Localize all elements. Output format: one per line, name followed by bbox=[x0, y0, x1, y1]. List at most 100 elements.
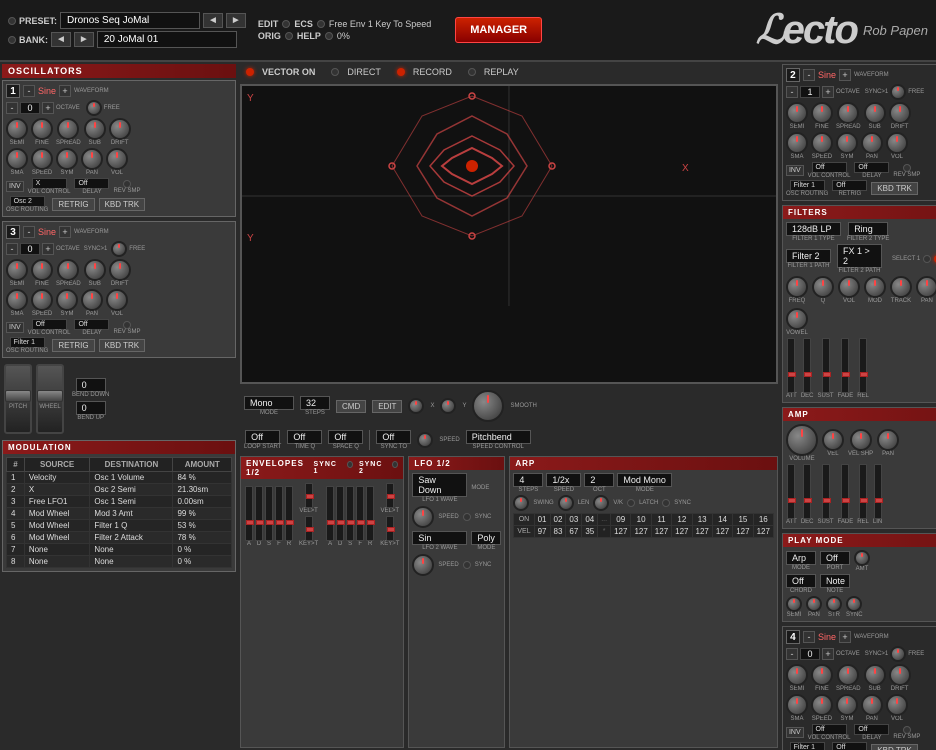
key1-slider[interactable] bbox=[305, 516, 313, 541]
osc4-octave[interactable]: 0 bbox=[800, 648, 820, 660]
chord-off-val[interactable]: Off bbox=[786, 574, 816, 588]
osc2-sma-knob[interactable] bbox=[786, 132, 808, 154]
mode-value[interactable]: Mono bbox=[244, 396, 294, 410]
arp-vel-13[interactable]: 127 bbox=[692, 526, 712, 538]
osc4-sma-knob[interactable] bbox=[786, 694, 808, 716]
manager-button[interactable]: MANAGER bbox=[455, 17, 542, 43]
mod-table-row[interactable]: 5Mod WheelFilter 1 Q53 % bbox=[7, 520, 232, 532]
osc1-speed-knob[interactable] bbox=[31, 148, 53, 170]
osc3-sub-knob[interactable] bbox=[84, 259, 106, 281]
osc2-plus[interactable]: + bbox=[839, 69, 851, 81]
mod-table-row[interactable]: 4Mod WheelMod 3 Amt99 % bbox=[7, 508, 232, 520]
env2-a-slider[interactable] bbox=[326, 486, 334, 541]
arp-step-14[interactable]: 14 bbox=[712, 514, 732, 526]
osc2-routing[interactable]: Filter 1 bbox=[790, 180, 825, 191]
osc3-vol-knob[interactable] bbox=[106, 289, 128, 311]
osc4-fine-knob[interactable] bbox=[811, 664, 833, 686]
osc2-oct-plus[interactable]: + bbox=[822, 86, 834, 98]
edit-btn[interactable]: EDIT bbox=[372, 400, 402, 413]
port-amt-knob[interactable] bbox=[854, 550, 870, 566]
osc4-inv-btn[interactable]: INV bbox=[786, 727, 804, 738]
osc4-retrig[interactable]: Off bbox=[832, 742, 867, 750]
osc4-minus[interactable]: - bbox=[803, 631, 815, 643]
filt-sust-slider[interactable] bbox=[822, 338, 830, 393]
orig-led[interactable] bbox=[285, 32, 293, 40]
osc2-vol-knob[interactable] bbox=[886, 132, 908, 154]
amp-rel-slider[interactable] bbox=[859, 464, 867, 519]
fx12-path[interactable]: FX 1 > 2 bbox=[837, 244, 882, 268]
str-knob[interactable] bbox=[826, 596, 842, 612]
osc2-free-knob[interactable] bbox=[890, 84, 906, 100]
env1-f-slider[interactable] bbox=[275, 486, 283, 541]
osc1-free-knob[interactable] bbox=[86, 100, 102, 116]
arp-vel-09[interactable]: 127 bbox=[611, 526, 631, 538]
osc1-plus[interactable]: + bbox=[59, 85, 71, 97]
env1-s-slider[interactable] bbox=[265, 486, 273, 541]
lfo1-speed-knob[interactable] bbox=[412, 506, 434, 528]
filter-select1-led[interactable] bbox=[923, 255, 931, 263]
osc2-octave[interactable]: 1 bbox=[800, 86, 820, 98]
osc3-kbdtrk-btn[interactable]: KBD TRK bbox=[99, 339, 146, 352]
osc4-sub-knob[interactable] bbox=[864, 664, 886, 686]
osc2-minus[interactable]: - bbox=[803, 69, 815, 81]
arp-latch-led[interactable] bbox=[627, 499, 635, 507]
osc2-revsmp-led[interactable] bbox=[903, 164, 911, 172]
arp-step-15[interactable]: 15 bbox=[733, 514, 753, 526]
osc1-retrig-btn[interactable]: RETRIG bbox=[52, 198, 94, 211]
osc1-oct-minus[interactable]: - bbox=[6, 102, 18, 114]
arp-step-09[interactable]: 09 bbox=[611, 514, 631, 526]
arp-step-11[interactable]: 11 bbox=[651, 514, 671, 526]
osc2-retrig[interactable]: Off bbox=[832, 180, 867, 191]
sync-to-value[interactable]: Off bbox=[376, 430, 411, 444]
filter2-path[interactable]: Filter 2 bbox=[786, 249, 831, 263]
env1-a-slider[interactable] bbox=[245, 486, 253, 541]
lfo2-sync-led[interactable] bbox=[463, 561, 471, 569]
vel1-slider[interactable] bbox=[305, 483, 313, 508]
key2-slider[interactable] bbox=[386, 516, 394, 541]
arp-step-12[interactable]: 12 bbox=[672, 514, 692, 526]
osc4-revsmp-led[interactable] bbox=[903, 726, 911, 734]
osc3-vol-control[interactable]: Off bbox=[32, 319, 67, 330]
osc3-minus[interactable]: - bbox=[23, 226, 35, 238]
arp-vel-16[interactable]: 127 bbox=[753, 526, 773, 538]
filter2-type[interactable]: Ring bbox=[848, 222, 888, 236]
osc4-routing[interactable]: Filter 1 bbox=[790, 742, 825, 750]
steps-value[interactable]: 32 bbox=[300, 396, 330, 410]
filter-mod-knob[interactable] bbox=[864, 276, 886, 298]
osc1-sma-knob[interactable] bbox=[6, 148, 28, 170]
amp-volume-knob[interactable] bbox=[786, 424, 818, 456]
arp-step-16[interactable]: 16 bbox=[753, 514, 773, 526]
osc4-free-knob[interactable] bbox=[890, 646, 906, 662]
osc3-routing[interactable]: Filter 1 bbox=[10, 337, 45, 348]
osc1-sub-knob[interactable] bbox=[84, 118, 106, 140]
preset-next-btn[interactable]: ► bbox=[226, 13, 246, 28]
arp-vel-15[interactable]: 127 bbox=[733, 526, 753, 538]
osc1-octave[interactable]: 0 bbox=[20, 102, 40, 114]
lfo1-wave[interactable]: Saw Down bbox=[412, 473, 467, 497]
bank-prev-btn[interactable]: ◄ bbox=[51, 32, 71, 47]
osc2-pan-knob[interactable] bbox=[861, 132, 883, 154]
arp-step-13[interactable]: 13 bbox=[692, 514, 712, 526]
osc4-pan-knob[interactable] bbox=[861, 694, 883, 716]
osc1-semi-knob[interactable] bbox=[6, 118, 28, 140]
osc3-free-knob[interactable] bbox=[111, 241, 127, 257]
arp-sync-led[interactable] bbox=[662, 499, 670, 507]
osc1-drift-knob[interactable] bbox=[109, 118, 131, 140]
arp-vel-10[interactable]: 127 bbox=[631, 526, 651, 538]
lfo1-sync-led[interactable] bbox=[463, 513, 471, 521]
osc4-oct-plus[interactable]: + bbox=[822, 648, 834, 660]
mod-table-row[interactable]: 2XOsc 2 Semi21.30sm bbox=[7, 484, 232, 496]
osc1-revsmp-led[interactable] bbox=[123, 180, 131, 188]
osc1-inv-btn[interactable]: INV bbox=[6, 181, 24, 192]
bend-down-value[interactable]: 0 bbox=[76, 378, 106, 392]
arp-vel-01[interactable]: 97 bbox=[534, 526, 550, 538]
env2-d-slider[interactable] bbox=[336, 486, 344, 541]
osc1-kbdtrk-btn[interactable]: KBD TRK bbox=[99, 198, 146, 211]
mod-table-row[interactable]: 3Free LFO1Osc 1 Semi0.00sm bbox=[7, 496, 232, 508]
arp-step-03[interactable]: 03 bbox=[566, 514, 582, 526]
sync2-led[interactable] bbox=[392, 461, 398, 468]
arp-mode[interactable]: Mod Mono bbox=[617, 473, 672, 487]
note-val[interactable]: Note bbox=[820, 574, 850, 588]
osc3-sym-knob[interactable] bbox=[56, 289, 78, 311]
osc1-vol-control[interactable]: X bbox=[32, 178, 67, 189]
